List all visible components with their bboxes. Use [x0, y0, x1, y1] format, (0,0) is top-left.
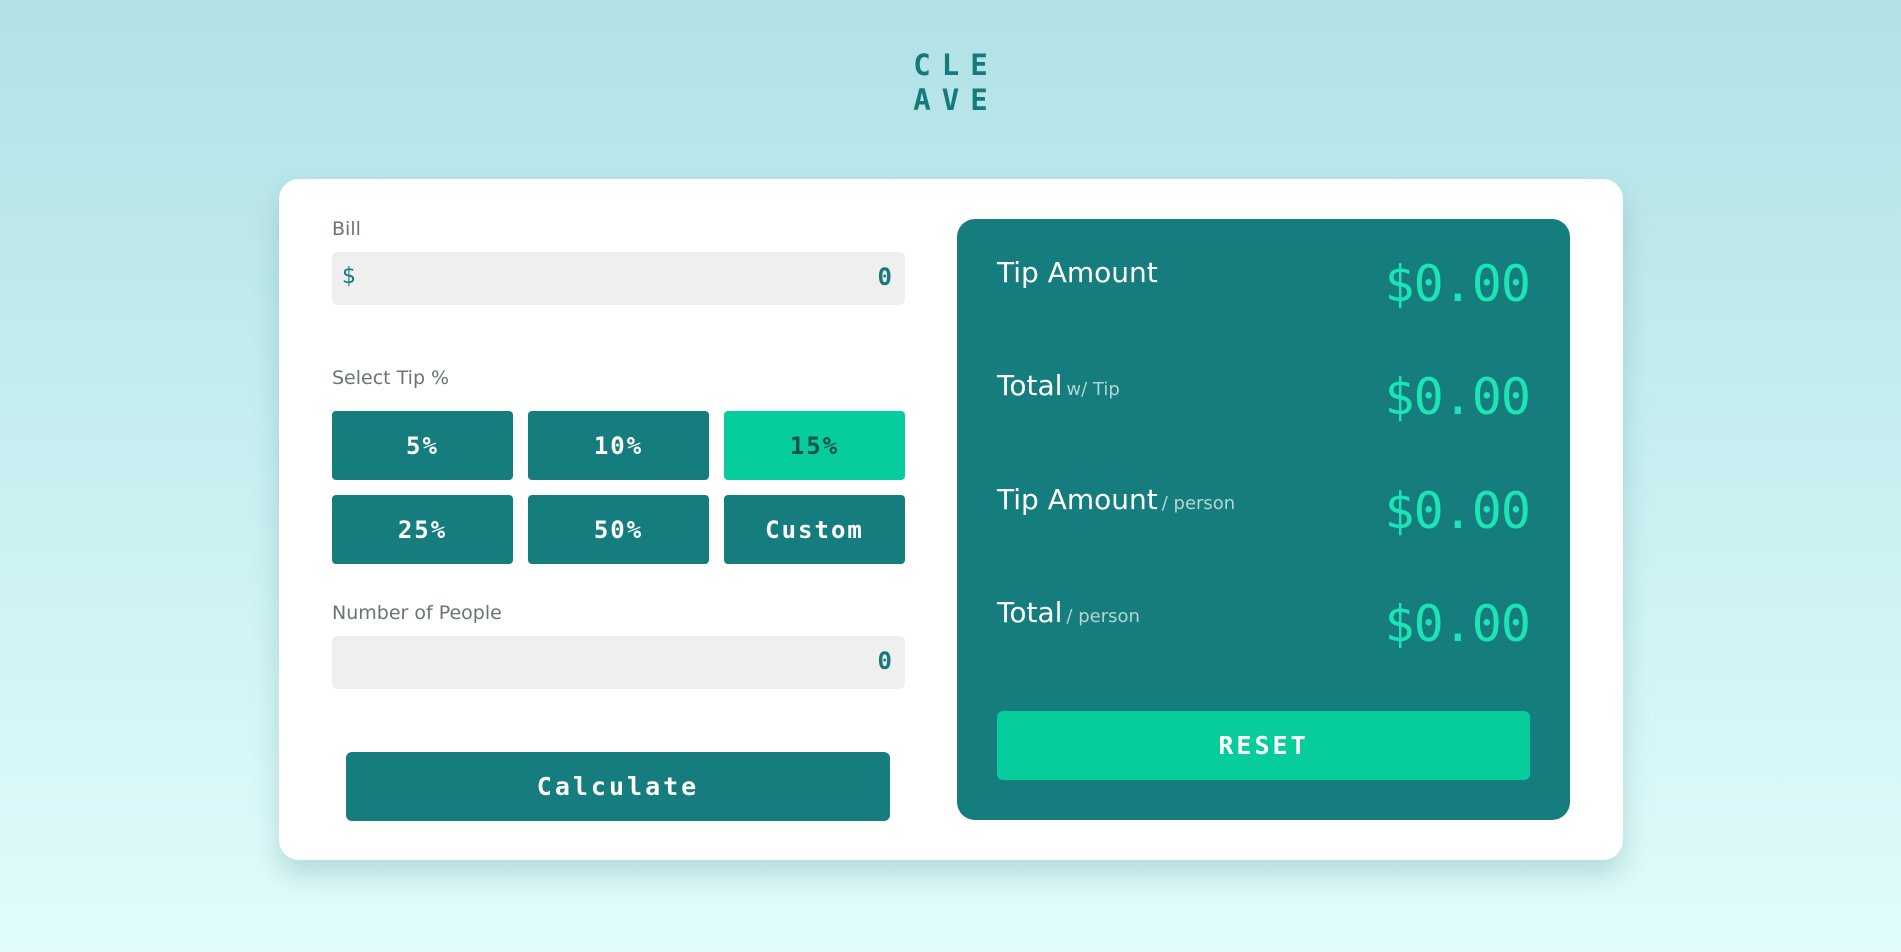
people-value: 0 — [877, 647, 892, 675]
select-tip-label: Select Tip % — [332, 367, 450, 389]
tip-10-button[interactable]: 10% — [528, 411, 709, 480]
total-per-person-sub: / person — [1066, 606, 1140, 627]
logo: CLE AVE — [0, 48, 1901, 118]
tip-per-person-label: Tip Amount / person — [997, 483, 1236, 516]
dollar-icon: $ — [342, 264, 356, 289]
tip-amount-value: $0.00 — [1384, 255, 1531, 313]
total-per-person-value: $0.00 — [1384, 595, 1531, 653]
tip-per-person-value: $0.00 — [1384, 482, 1531, 540]
tip-15-button[interactable]: 15% — [724, 411, 905, 480]
reset-button[interactable]: RESET — [997, 711, 1530, 780]
total-value: $0.00 — [1384, 368, 1531, 426]
calculate-button[interactable]: Calculate — [346, 752, 890, 821]
total-per-person-label: Total / person — [997, 596, 1140, 629]
tip-custom-button[interactable]: Custom — [724, 495, 905, 564]
total-sub: w/ Tip — [1066, 379, 1120, 400]
logo-line-2: AVE — [913, 83, 999, 117]
total-label: Total w/ Tip — [997, 369, 1120, 402]
tip-25-button[interactable]: 25% — [332, 495, 513, 564]
bill-value: 0 — [877, 263, 892, 291]
people-input[interactable]: 0 — [332, 636, 905, 689]
tip-amount-label: Tip Amount — [997, 256, 1158, 289]
people-label: Number of People — [332, 602, 502, 624]
results-panel: Tip Amount $0.00 Total w/ Tip $0.00 Tip A… — [957, 219, 1570, 820]
tip-per-person-sub: / person — [1161, 493, 1236, 514]
bill-input[interactable]: $ 0 — [332, 252, 905, 305]
logo-line-1: CLE — [913, 48, 999, 82]
calculator-card: Bill $ 0 Select Tip % 5% 10% 15% 25% 50%… — [279, 179, 1623, 860]
bill-label: Bill — [332, 218, 361, 240]
tip-5-button[interactable]: 5% — [332, 411, 513, 480]
tip-50-button[interactable]: 50% — [528, 495, 709, 564]
